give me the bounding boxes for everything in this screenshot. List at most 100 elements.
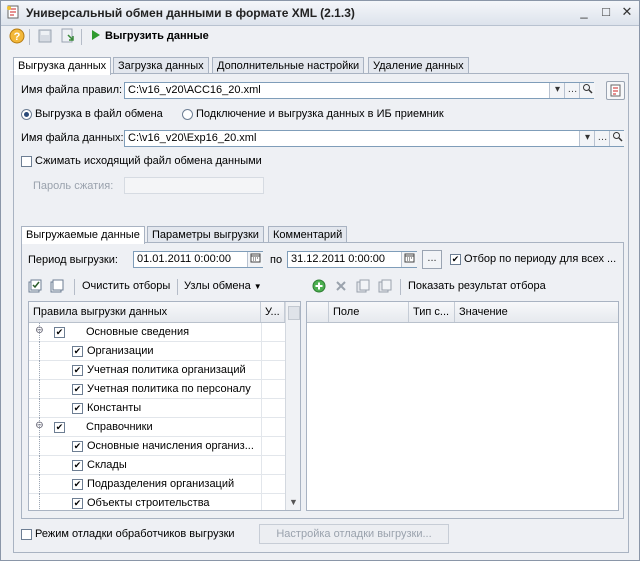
close-button[interactable]: ✕ (618, 4, 636, 20)
tree-guide (39, 437, 41, 456)
tree-guide (39, 475, 41, 494)
calendar-icon[interactable] (401, 252, 417, 267)
tab-delete-data[interactable]: Удаление данных (368, 57, 469, 74)
uncheck-all-icon[interactable] (50, 279, 64, 293)
tree-guide (39, 380, 41, 399)
clear-filters-button[interactable]: Очистить отборы (82, 280, 170, 292)
rules-row[interactable]: Учетная политика по персоналу (29, 380, 285, 399)
rule-checkbox[interactable] (72, 498, 83, 509)
rules-file-field[interactable]: C:\v16_v20\ACC16_20.xml ▾ … (124, 82, 595, 99)
select-button[interactable]: … (564, 83, 580, 98)
mode-radio-file[interactable] (21, 109, 32, 120)
column-header-field[interactable]: Поле (329, 302, 409, 322)
mode-radio-connect[interactable] (182, 109, 193, 120)
scroll-thumb[interactable] (288, 306, 300, 320)
rule-label: Основные сведения (86, 326, 190, 338)
rule-label: Справочники (86, 421, 153, 433)
dropdown-icon[interactable]: ▾ (549, 83, 565, 98)
delete-icon[interactable] (334, 279, 348, 293)
restore-settings-icon[interactable] (59, 27, 77, 45)
show-filter-result-button[interactable]: Показать результат отбора (408, 280, 546, 292)
column-divider (261, 437, 262, 456)
compress-label: Сжимать исходящий файл обмена данными (35, 155, 262, 167)
rules-row[interactable]: Учетная политика организаций (29, 361, 285, 380)
collapse-icon[interactable]: ⊖ (35, 421, 44, 431)
rules-row[interactable]: Подразделения организаций (29, 475, 285, 494)
rules-file-label: Имя файла правил: (21, 84, 123, 96)
rules-row[interactable]: Основные начисления организ... (29, 437, 285, 456)
period-to-field[interactable]: 31.12.2011 0:00:00 (287, 251, 417, 268)
title-bar: Универсальный обмен данными в формате XM… (1, 1, 639, 26)
rule-checkbox[interactable] (72, 403, 83, 414)
tab-comment[interactable]: Комментарий (268, 226, 348, 243)
tree-guide (39, 494, 41, 510)
calendar-icon[interactable] (247, 252, 263, 267)
debug-settings-button[interactable]: Настройка отладки выгрузки... (259, 524, 449, 544)
rule-label: Константы (87, 402, 142, 414)
column-header-rules[interactable]: Правила выгрузки данных (29, 302, 261, 322)
minimize-button[interactable]: _ (575, 4, 593, 20)
period-filter-checkbox[interactable] (450, 254, 461, 265)
period-to-value: 31.12.2011 0:00:00 (291, 253, 385, 265)
rule-checkbox[interactable] (72, 346, 83, 357)
period-from-value: 01.01.2011 0:00:00 (137, 253, 231, 265)
maximize-button[interactable]: □ (597, 4, 615, 20)
compress-checkbox[interactable] (21, 156, 32, 167)
edit-rules-icon[interactable] (606, 81, 625, 100)
scroll-down-icon[interactable]: ▼ (287, 496, 300, 508)
column-divider (261, 494, 262, 510)
column-header-type[interactable]: Тип с... (409, 302, 455, 322)
upload-data-button[interactable]: Выгрузить данные (91, 27, 209, 45)
rules-group-row[interactable]: ⊖ Справочники (29, 418, 285, 437)
open-icon[interactable] (609, 131, 625, 146)
rules-row[interactable]: Организации (29, 342, 285, 361)
rule-checkbox[interactable] (72, 384, 83, 395)
exchange-nodes-button[interactable]: Узлы обмена ▼ (184, 280, 262, 292)
column-header-marker (307, 302, 329, 322)
rule-label: Основные начисления организ... (87, 440, 254, 452)
rule-checkbox[interactable] (72, 460, 83, 471)
data-file-field[interactable]: C:\v16_v20\Exp16_20.xml ▾ … (124, 130, 625, 147)
debug-checkbox[interactable] (21, 529, 32, 540)
rules-grid-header: Правила выгрузки данных У... (29, 302, 300, 323)
tree-guide (39, 399, 41, 418)
rule-checkbox[interactable] (72, 365, 83, 376)
rules-row[interactable]: Склады (29, 456, 285, 475)
tab-export[interactable]: Выгрузка данных (13, 57, 112, 75)
help-icon[interactable]: ? (8, 27, 26, 45)
column-header-value[interactable]: Значение (455, 302, 618, 322)
rules-scrollbar[interactable]: ▼ (285, 302, 300, 510)
collapse-icon[interactable]: ⊖ (35, 326, 44, 336)
open-icon[interactable] (579, 83, 595, 98)
period-filter-label: Отбор по периоду для всех ... (464, 253, 617, 265)
period-select-button[interactable]: ... (422, 250, 442, 269)
save-settings-icon[interactable] (36, 27, 54, 45)
tab-import[interactable]: Загрузка данных (113, 57, 209, 74)
tree-guide (39, 456, 41, 475)
dropdown-icon[interactable]: ▾ (579, 131, 595, 146)
tree-guide (39, 361, 41, 380)
rule-label: Склады (87, 459, 127, 471)
tab-additional-settings[interactable]: Дополнительные настройки (212, 57, 365, 74)
rules-group-row[interactable]: ⊖ Основные сведения (29, 323, 285, 342)
rules-row[interactable]: Объекты строительства (29, 494, 285, 510)
tab-exported-data[interactable]: Выгружаемые данные (21, 226, 145, 244)
check-all-icon[interactable] (28, 279, 42, 293)
column-header-u[interactable]: У... (261, 302, 285, 322)
rule-checkbox[interactable] (54, 422, 65, 433)
add-icon[interactable] (312, 279, 326, 293)
rule-checkbox[interactable] (72, 441, 83, 452)
column-divider (261, 361, 262, 380)
period-from-field[interactable]: 01.01.2011 0:00:00 (133, 251, 263, 268)
rules-grid: Правила выгрузки данных У... ⊖ Основные с… (28, 301, 301, 511)
column-divider (261, 475, 262, 494)
copy-icon[interactable] (356, 279, 370, 293)
password-field[interactable] (124, 177, 264, 194)
upload-data-label: Выгрузить данные (105, 30, 209, 42)
select-button[interactable]: … (594, 131, 610, 146)
paste-icon[interactable] (378, 279, 392, 293)
rules-row[interactable]: Константы (29, 399, 285, 418)
tab-export-params[interactable]: Параметры выгрузки (147, 226, 264, 243)
rule-checkbox[interactable] (54, 327, 65, 338)
rule-checkbox[interactable] (72, 479, 83, 490)
